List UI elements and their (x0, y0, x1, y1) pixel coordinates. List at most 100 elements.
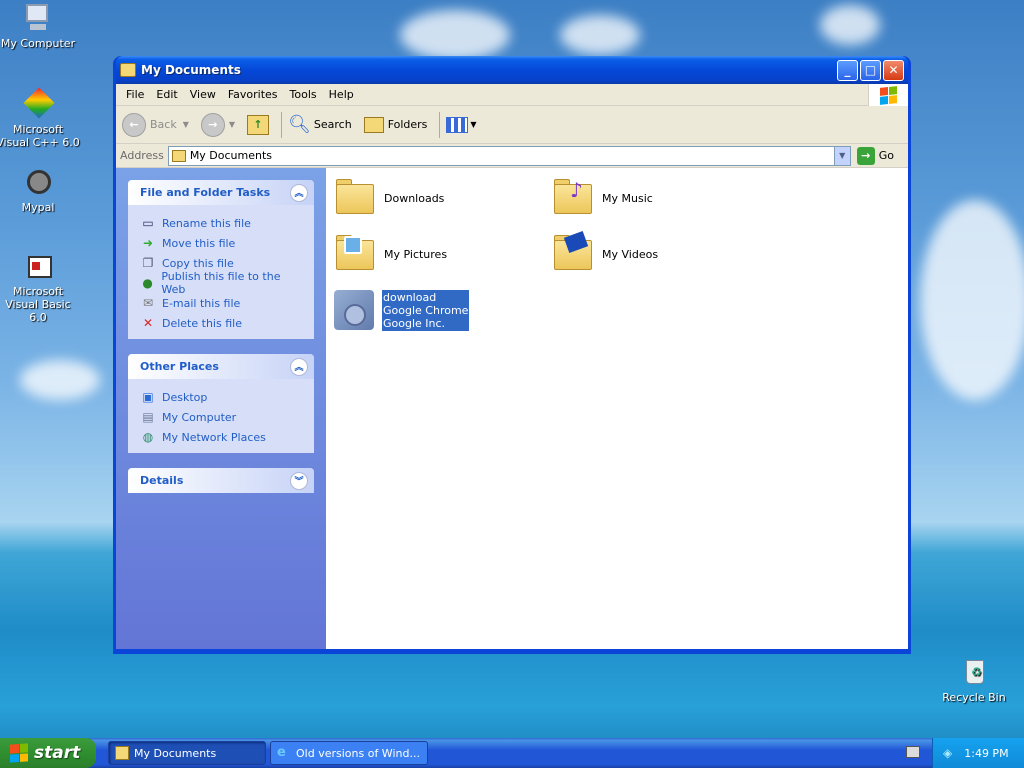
cloud (920, 200, 1024, 400)
desktop-icon-my-computer[interactable]: My Computer (0, 2, 81, 50)
back-button[interactable]: ← Back ▼ (122, 112, 189, 137)
task-delete-file[interactable]: ✕ Delete this file (140, 313, 302, 333)
cloud (820, 5, 880, 45)
task-publish-web[interactable]: ● Publish this file to the Web (140, 270, 302, 296)
internet-explorer-icon: e (277, 745, 286, 760)
file-folder-tasks-header[interactable]: File and Folder Tasks ︽ (128, 180, 314, 205)
address-dropdown-icon[interactable]: ▼ (833, 146, 850, 165)
menu-edit[interactable]: Edit (150, 88, 183, 101)
address-bar: Address My Documents ▼ → Go (116, 144, 908, 168)
desktop-icon-label: Recycle Bin (942, 691, 1006, 704)
file-name: My Videos (602, 247, 659, 261)
menu-file[interactable]: File (120, 88, 150, 101)
windows-flag-icon (10, 743, 28, 763)
collapse-icon[interactable]: ︽ (290, 357, 308, 376)
views-button[interactable]: ▼ (446, 116, 477, 133)
search-label: Search (313, 118, 352, 131)
address-input[interactable]: My Documents ▼ (167, 145, 851, 166)
desktop-icon-visual-basic[interactable]: Microsoft Visual Basic 6.0 (0, 250, 81, 324)
menu-help[interactable]: Help (323, 88, 360, 101)
installer-icon (332, 288, 376, 332)
search-icon: 🔍︎ (288, 114, 311, 135)
maximize-button[interactable]: □ (860, 59, 881, 81)
clock[interactable]: 1:49 PM (964, 747, 1008, 760)
file-item-chrome-installer[interactable]: download Google Chrome Google Inc. (332, 288, 470, 332)
close-button[interactable]: ✕ (883, 59, 904, 81)
windows-logo-icon (868, 84, 908, 106)
menu-favorites[interactable]: Favorites (222, 88, 284, 101)
menu-view[interactable]: View (184, 88, 222, 101)
place-label: My Network Places (162, 430, 266, 444)
folder-icon (171, 149, 186, 162)
computer-icon: ▤ (142, 410, 154, 424)
folders-icon (363, 116, 384, 133)
keyboard-icon[interactable] (906, 746, 920, 758)
details-header[interactable]: Details ︾ (128, 468, 314, 493)
task-rename-file[interactable]: ▭ Rename this file (140, 213, 302, 233)
search-button[interactable]: 🔍︎ Search (288, 114, 352, 135)
window-content: File and Folder Tasks ︽ ▭ Rename this fil… (116, 168, 908, 649)
title-bar[interactable]: My Documents _ □ ✕ (116, 56, 908, 84)
file-item-my-music[interactable]: ♪ My Music (552, 176, 653, 220)
toolbar: ← Back ▼ → ▼ ↑ 🔍︎ Search Folders ▼ (116, 106, 908, 144)
other-places-header[interactable]: Other Places ︽ (128, 354, 314, 379)
place-desktop[interactable]: ▣ Desktop (140, 387, 302, 407)
file-name-line: download (383, 290, 437, 304)
desktop-icon-visual-cpp[interactable]: Microsoft Visual C++ 6.0 (0, 87, 81, 149)
system-tray: ◈ 1:49 PM (932, 738, 1024, 768)
forward-button[interactable]: → ▼ (200, 112, 235, 137)
desktop-icon-label: My Computer (0, 37, 76, 50)
taskbar-button-label: Old versions of Wind... (296, 746, 420, 760)
raccoon-icon (22, 166, 54, 198)
task-move-file[interactable]: ➜ Move this file (140, 233, 302, 253)
desktop-icon-recycle-bin[interactable]: ♻ Recycle Bin (931, 656, 1017, 704)
place-network[interactable]: ◍ My Network Places (140, 427, 302, 447)
window-title: My Documents (141, 63, 241, 77)
taskbar: start My Documents e Old versions of Win… (0, 738, 1024, 768)
go-arrow-icon: → (856, 146, 875, 165)
go-button[interactable]: → Go (856, 146, 904, 165)
computer-icon (22, 2, 54, 34)
task-label: Publish this file to the Web (161, 270, 281, 296)
menu-tools[interactable]: Tools (284, 88, 323, 101)
file-name: My Music (602, 191, 653, 205)
videos-folder-icon (552, 231, 596, 276)
folders-button[interactable]: Folders (363, 116, 428, 133)
task-pane: File and Folder Tasks ︽ ▭ Rename this fil… (116, 168, 326, 649)
expand-icon[interactable]: ︾ (290, 471, 308, 490)
file-name-line: Google Inc. (383, 316, 446, 330)
panel-title: Details (140, 474, 184, 487)
file-name-line: Google Chrome (383, 303, 469, 317)
network-tray-icon[interactable]: ◈ (943, 746, 952, 760)
place-my-computer[interactable]: ▤ My Computer (140, 407, 302, 427)
place-label: Desktop (162, 390, 208, 404)
file-item-downloads[interactable]: Downloads (334, 176, 444, 220)
address-value: My Documents (189, 149, 273, 162)
cloud (560, 15, 640, 55)
email-icon: ✉ (142, 296, 154, 310)
menu-bar: File Edit View Favorites Tools Help (116, 84, 908, 106)
task-label: Copy this file (162, 256, 234, 270)
cloud (20, 360, 100, 400)
taskbar-button-browser[interactable]: e Old versions of Wind... (270, 741, 428, 765)
views-dropdown-icon: ▼ (470, 120, 477, 129)
file-name: Downloads (384, 191, 445, 205)
desktop-icon-mypal[interactable]: Mypal (0, 166, 81, 214)
taskbar-button-my-documents[interactable]: My Documents (108, 741, 266, 765)
file-item-my-videos[interactable]: My Videos (552, 231, 659, 276)
rename-icon: ▭ (142, 216, 154, 230)
task-label: Move this file (162, 236, 236, 250)
folders-label: Folders (387, 118, 428, 131)
folder-icon (120, 63, 136, 77)
start-button[interactable]: start (0, 738, 96, 768)
file-list: Downloads ♪ My Music My Pictures My Vide… (326, 168, 908, 649)
task-email-file[interactable]: ✉ E-mail this file (140, 293, 302, 313)
collapse-icon[interactable]: ︽ (290, 183, 308, 202)
file-item-my-pictures[interactable]: My Pictures (334, 232, 447, 276)
desktop-icon-label: Mypal (21, 201, 55, 214)
delete-icon: ✕ (142, 316, 154, 330)
up-folder-button[interactable]: ↑ (247, 114, 270, 135)
task-label: E-mail this file (162, 296, 241, 310)
minimize-button[interactable]: _ (837, 59, 858, 81)
explorer-window[interactable]: My Documents _ □ ✕ File Edit View Favori… (113, 56, 911, 654)
